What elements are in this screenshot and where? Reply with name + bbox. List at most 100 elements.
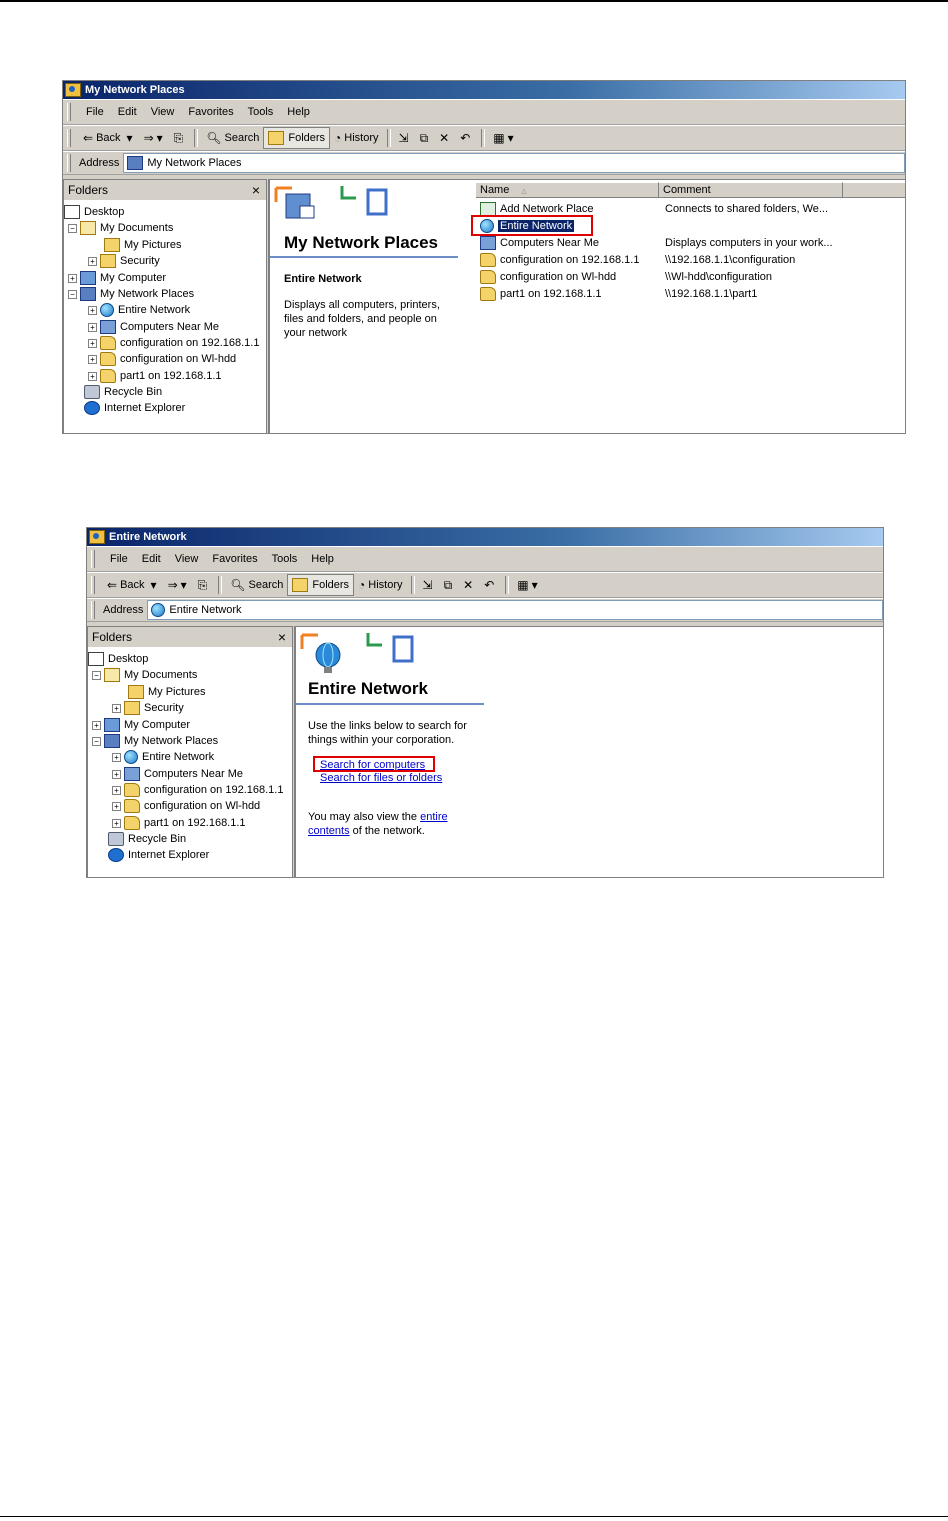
menu-tools[interactable]: Tools [265, 553, 305, 565]
tree-item-my-pictures[interactable]: My Pictures [128, 684, 205, 700]
address-field[interactable]: My Network Places [123, 153, 905, 173]
undo-button[interactable]: ↶ [456, 128, 477, 148]
column-header-comment[interactable]: Comment [659, 182, 843, 198]
move-to-button[interactable]: ⇲ [419, 575, 440, 595]
up-folder-button[interactable]: ⎘ [194, 575, 215, 595]
toolbar-grip[interactable] [91, 550, 95, 568]
chevron-down-icon[interactable]: ▾ [532, 578, 538, 592]
tree-item-my-pictures[interactable]: My Pictures [104, 237, 181, 253]
menu-tools[interactable]: Tools [241, 106, 281, 118]
back-button[interactable]: ⇐ Back ▾ [79, 128, 140, 148]
collapse-toggle[interactable]: − [68, 289, 77, 299]
tree-item-security[interactable]: + Security [88, 253, 160, 269]
menu-file[interactable]: File [103, 553, 135, 565]
tree-item-internet-explorer[interactable]: Internet Explorer [108, 847, 209, 863]
tree-item-my-computer[interactable]: + My Computer [92, 717, 190, 733]
tree-item-recycle-bin[interactable]: Recycle Bin [84, 384, 162, 400]
tree-item-entire-network[interactable]: + Entire Network [88, 302, 190, 318]
menu-help[interactable]: Help [304, 553, 341, 565]
expand-toggle[interactable]: + [112, 818, 121, 828]
expand-toggle[interactable]: + [88, 256, 97, 266]
delete-button[interactable]: ✕ [435, 128, 456, 148]
menu-view[interactable]: View [168, 553, 206, 565]
tree-item-entire-network[interactable]: + Entire Network [112, 749, 214, 765]
views-button[interactable]: ▦ ▾ [513, 575, 544, 595]
forward-button[interactable]: ⇒ ▾ [140, 128, 170, 148]
tree-item-internet-explorer[interactable]: Internet Explorer [84, 400, 185, 416]
toolbar-grip[interactable] [67, 129, 71, 147]
copy-to-button[interactable]: ⧉ [440, 575, 460, 595]
collapse-toggle[interactable]: − [92, 736, 101, 746]
undo-button[interactable]: ↶ [480, 575, 501, 595]
expand-toggle[interactable]: + [88, 354, 97, 364]
close-icon[interactable]: × [252, 182, 260, 198]
list-item[interactable]: configuration on Wl-hdd [480, 269, 616, 285]
search-button[interactable]: 🔍︎ Search [226, 575, 287, 595]
history-button[interactable]: ◔ History [330, 128, 382, 148]
column-header-name[interactable]: Name ▵ [476, 182, 659, 198]
tree-item-computers-near-me[interactable]: + Computers Near Me [112, 766, 243, 782]
entire-contents-link[interactable]: contents [308, 825, 350, 837]
back-button[interactable]: ⇐ Back ▾ [103, 575, 164, 595]
menu-favorites[interactable]: Favorites [181, 106, 240, 118]
tree-item-my-documents[interactable]: − My Documents [92, 667, 197, 683]
expand-toggle[interactable]: + [92, 720, 101, 730]
search-button[interactable]: 🔍︎ Search [202, 128, 263, 148]
history-button[interactable]: ◔ History [354, 575, 406, 595]
menu-favorites[interactable]: Favorites [205, 553, 264, 565]
tree-item-my-computer[interactable]: + My Computer [68, 270, 166, 286]
list-item[interactable]: part1 on 192.168.1.1 [480, 286, 602, 302]
chevron-down-icon[interactable]: ▾ [181, 578, 187, 592]
tree-item-configuration-192[interactable]: + configuration on 192.168.1.1 [112, 782, 283, 798]
forward-button[interactable]: ⇒ ▾ [164, 575, 194, 595]
expand-toggle[interactable]: + [112, 801, 121, 811]
expand-toggle[interactable]: + [112, 769, 121, 779]
list-item[interactable]: Computers Near Me [480, 235, 599, 251]
menu-file[interactable]: File [79, 106, 111, 118]
tree-item-desktop[interactable]: Desktop [88, 651, 148, 667]
folders-button[interactable]: Folders [263, 127, 331, 149]
expand-toggle[interactable]: + [68, 273, 77, 283]
tree-item-part1[interactable]: + part1 on 192.168.1.1 [112, 815, 246, 831]
tree-item-configuration-wl-hdd[interactable]: + configuration on Wl-hdd [112, 798, 260, 814]
tree-item-configuration-192[interactable]: + configuration on 192.168.1.1 [88, 335, 259, 351]
expand-toggle[interactable]: + [88, 305, 97, 315]
toolbar-grip[interactable] [67, 103, 71, 121]
tree-item-desktop[interactable]: Desktop [64, 204, 124, 220]
tree-item-my-network-places[interactable]: − My Network Places [92, 733, 218, 749]
toolbar-grip[interactable] [91, 576, 95, 594]
tree-item-configuration-wl-hdd[interactable]: + configuration on Wl-hdd [88, 351, 236, 367]
delete-button[interactable]: ✕ [459, 575, 480, 595]
expand-toggle[interactable]: + [88, 338, 97, 348]
entire-contents-link[interactable]: entire [420, 811, 448, 823]
chevron-down-icon[interactable]: ▾ [157, 131, 163, 145]
chevron-down-icon[interactable]: ▾ [127, 131, 133, 145]
menu-help[interactable]: Help [280, 106, 317, 118]
chevron-down-icon[interactable]: ▾ [151, 578, 157, 592]
copy-to-button[interactable]: ⧉ [416, 128, 436, 148]
expand-toggle[interactable]: + [112, 703, 121, 713]
toolbar-grip[interactable] [67, 154, 71, 172]
tree-item-my-network-places[interactable]: − My Network Places [68, 286, 194, 302]
search-for-files-link[interactable]: Search for files or folders [320, 771, 442, 785]
close-icon[interactable]: × [278, 629, 286, 645]
collapse-toggle[interactable]: − [68, 223, 77, 233]
menu-edit[interactable]: Edit [135, 553, 168, 565]
tree-item-part1[interactable]: + part1 on 192.168.1.1 [88, 368, 222, 384]
list-item[interactable]: configuration on 192.168.1.1 [480, 252, 639, 268]
menu-view[interactable]: View [144, 106, 182, 118]
tree-item-computers-near-me[interactable]: + Computers Near Me [88, 319, 219, 335]
tree-item-my-documents[interactable]: − My Documents [68, 220, 173, 236]
tree-item-recycle-bin[interactable]: Recycle Bin [108, 831, 186, 847]
tree-item-security[interactable]: + Security [112, 700, 184, 716]
expand-toggle[interactable]: + [112, 785, 121, 795]
menu-edit[interactable]: Edit [111, 106, 144, 118]
up-folder-button[interactable]: ⎘ [170, 128, 191, 148]
views-button[interactable]: ▦ ▾ [489, 128, 520, 148]
folders-button[interactable]: Folders [287, 574, 355, 596]
expand-toggle[interactable]: + [88, 322, 97, 332]
chevron-down-icon[interactable]: ▾ [508, 131, 514, 145]
expand-toggle[interactable]: + [88, 371, 97, 381]
address-field[interactable]: Entire Network [147, 600, 883, 620]
toolbar-grip[interactable] [91, 601, 95, 619]
